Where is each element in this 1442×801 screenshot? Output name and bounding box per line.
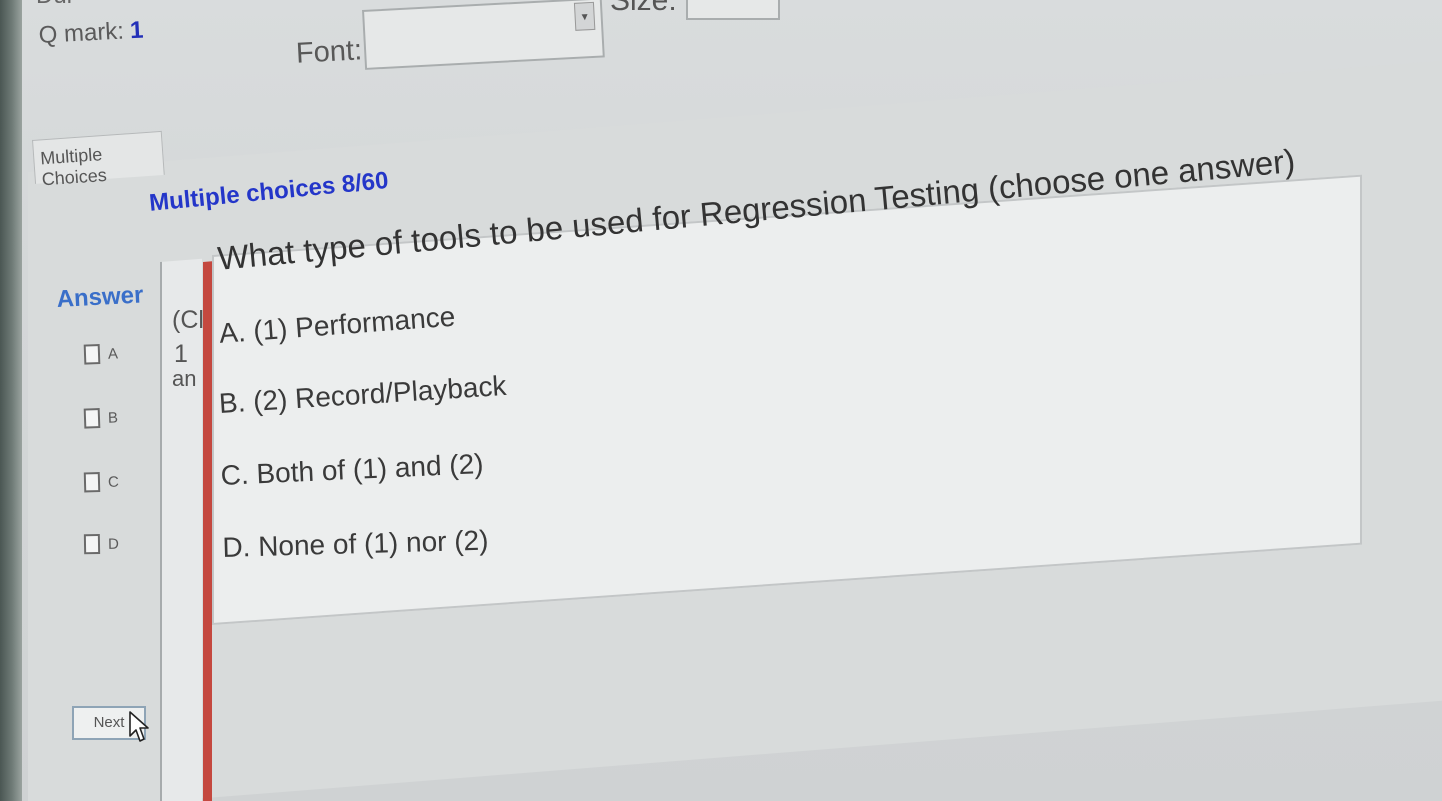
clipped-top-label: Dur — [36, 0, 75, 10]
checkbox-a[interactable] — [83, 344, 101, 365]
dropdown-arrow-icon[interactable]: ▾ — [573, 1, 596, 31]
left-bezel — [0, 0, 22, 801]
answer-label: Answer — [56, 281, 144, 313]
mouse-pointer-icon — [129, 711, 149, 742]
size-label: Size: — [610, 0, 677, 17]
font-label: Font: — [295, 34, 363, 70]
checkbox-label-c: C — [107, 473, 120, 491]
answer-option-d[interactable]: D — [83, 534, 119, 555]
clipped-text-2: 1 — [174, 340, 188, 368]
checkbox-label-a: A — [107, 344, 119, 363]
checkbox-label-d: D — [107, 535, 119, 553]
clipped-text-3: an — [172, 366, 197, 391]
checkbox-c[interactable] — [83, 472, 101, 493]
q-mark: Q mark: 1 — [38, 17, 144, 50]
font-select[interactable]: ▾ — [362, 0, 605, 70]
q-mark-value: 1 — [129, 16, 144, 45]
clipped-text-1: (Cl — [172, 306, 204, 334]
answer-option-b[interactable]: B — [83, 407, 119, 429]
quiz-screen: Dur Q mark:1 Font: ▾ Size: Multiple Choi… — [0, 0, 1442, 801]
q-mark-label: Q mark: — [38, 17, 125, 49]
answer-option-c[interactable]: C — [83, 472, 120, 493]
checkbox-b[interactable] — [83, 408, 101, 429]
answer-option-a[interactable]: A — [83, 343, 119, 365]
checkbox-label-b: B — [107, 408, 119, 427]
checkbox-d[interactable] — [83, 534, 101, 555]
size-select[interactable] — [686, 0, 780, 20]
tab-multiple-choices[interactable]: Multiple Choices — [32, 130, 165, 189]
question-accent-bar — [203, 261, 212, 801]
